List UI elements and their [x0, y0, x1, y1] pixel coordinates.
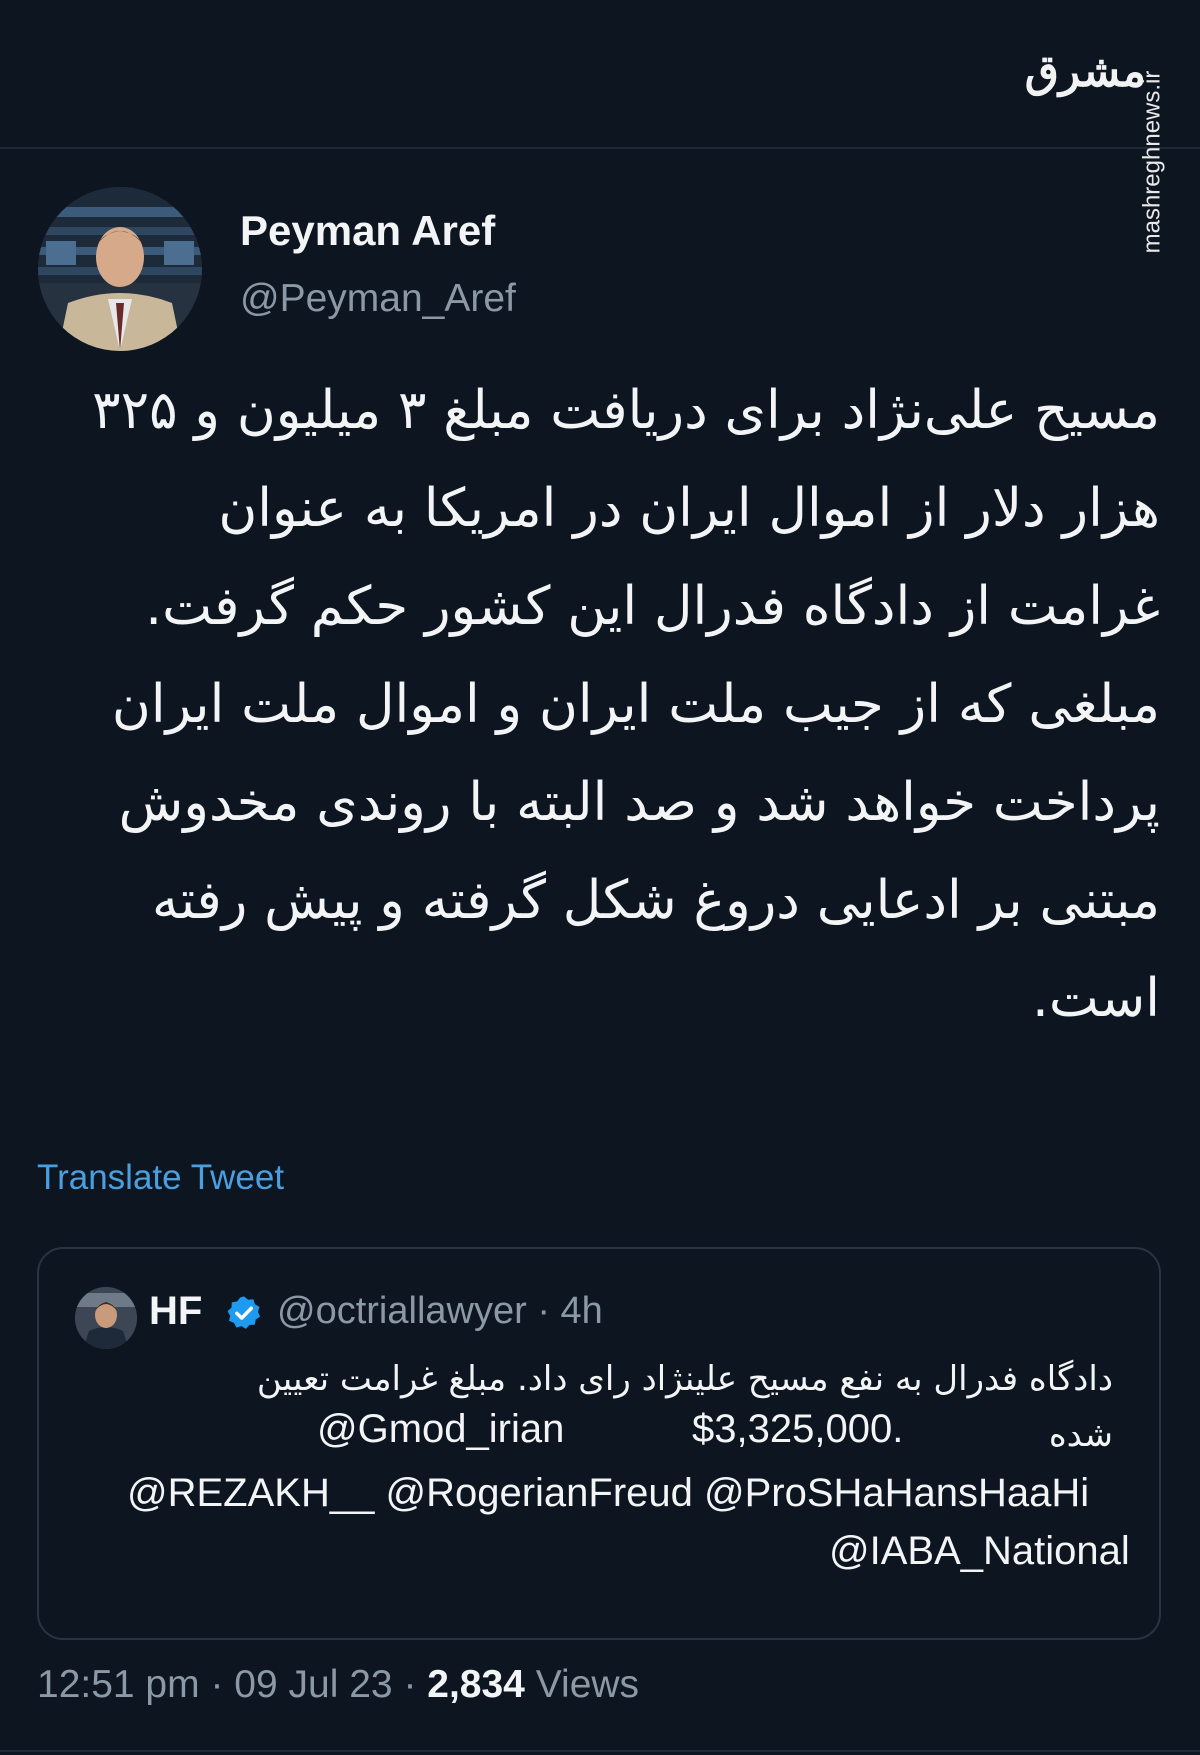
quoted-amount: $3,325,000.	[692, 1407, 904, 1451]
quoted-timestamp[interactable]: 4h	[561, 1290, 603, 1332]
quoted-line: شده	[1048, 1415, 1113, 1455]
tweet-text: مسیح علی‌نژاد برای دریافت مبلغ ۳ میلیون …	[50, 362, 1160, 1048]
tweet-date[interactable]: 09 Jul 23	[234, 1663, 392, 1706]
bottom-divider	[0, 1750, 1200, 1752]
quoted-author-meta: @octriallawyer · 4h	[277, 1290, 603, 1333]
top-divider	[0, 147, 1200, 149]
verified-badge-icon	[227, 1296, 261, 1329]
watermark: مشرق mashreghnews.ir	[1025, 40, 1186, 270]
author-avatar[interactable]	[38, 187, 202, 351]
views-label: Views	[535, 1663, 640, 1706]
mention-link[interactable]: @REZAKH__ @RogerianFreud @ProSHaHansHaaH…	[127, 1471, 1089, 1516]
views-count: 2,834	[427, 1663, 525, 1706]
tweet-paragraph: مبلغی که از جیب ملت ایران و اموال ملت ای…	[111, 674, 1160, 1029]
meta-separator: ·	[403, 1663, 417, 1706]
mention-link[interactable]: @Gmod_irian	[317, 1407, 564, 1452]
watermark-logo: مشرق	[1024, 46, 1146, 97]
meta-separator: ·	[210, 1663, 224, 1706]
author-handle[interactable]: @Peyman_Aref	[240, 277, 516, 321]
tweet-time[interactable]: 12:51 pm	[37, 1663, 200, 1706]
quoted-author-name[interactable]: HF	[149, 1289, 202, 1334]
meta-separator: ·	[537, 1290, 550, 1332]
tweet-paragraph: مسیح علی‌نژاد برای دریافت مبلغ ۳ میلیون …	[92, 380, 1160, 637]
watermark-url: mashreghnews.ir	[1138, 70, 1166, 254]
avatar-photo-icon	[38, 187, 202, 351]
avatar-photo-icon	[75, 1287, 137, 1349]
translate-tweet-link[interactable]: Translate Tweet	[37, 1158, 284, 1198]
quoted-author-avatar[interactable]	[75, 1287, 137, 1349]
top-band	[0, 0, 1200, 148]
author-name[interactable]: Peyman Aref	[240, 207, 495, 255]
quoted-tweet-card[interactable]: HF @octriallawyer · 4h دادگاه فدرال به ن…	[37, 1247, 1161, 1640]
mention-link[interactable]: @IABA_National	[829, 1529, 1130, 1574]
quoted-author-handle[interactable]: @octriallawyer	[277, 1290, 527, 1332]
tweet-metadata: 12:51 pm · 09 Jul 23 · 2,834 Views	[37, 1663, 639, 1707]
quoted-line: دادگاه فدرال به نفع مسیح علینژاد رای داد…	[256, 1359, 1113, 1399]
